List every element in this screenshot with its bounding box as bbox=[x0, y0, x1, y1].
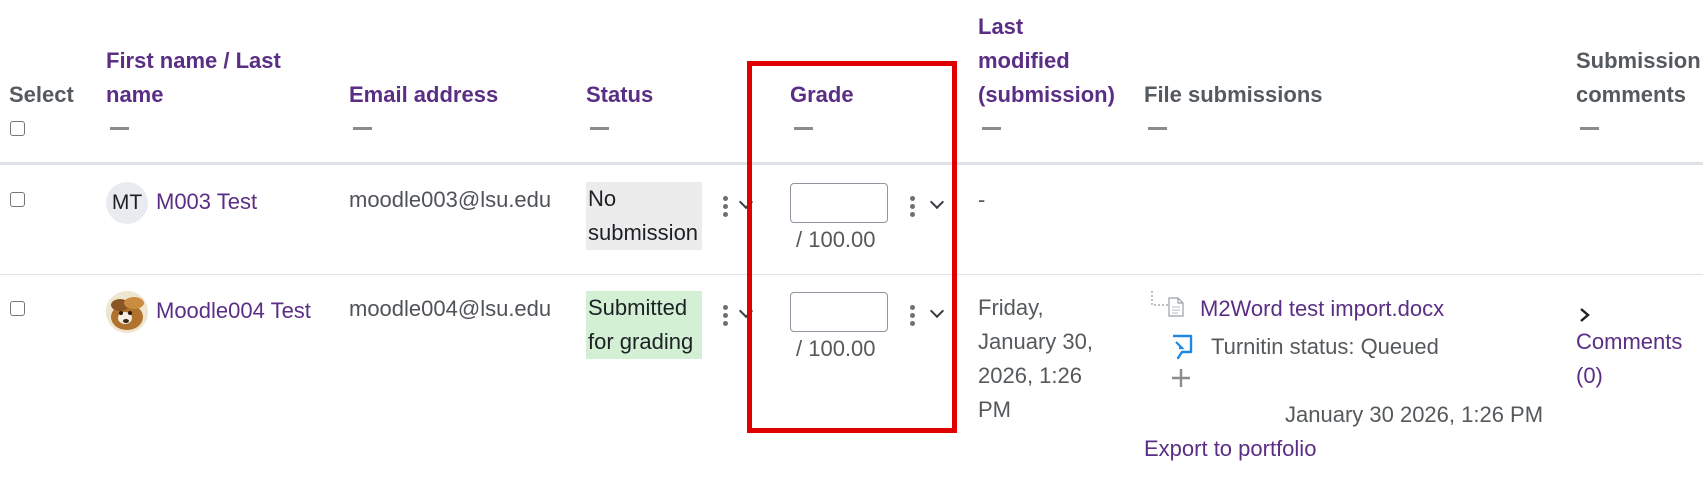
file-icon bbox=[1168, 297, 1184, 317]
hide-column-file-submissions-icon[interactable] bbox=[1148, 127, 1167, 130]
hide-column-email-icon[interactable] bbox=[353, 127, 372, 130]
grade-column-highlight bbox=[747, 61, 957, 433]
comments-link[interactable]: Comments (0) bbox=[1576, 325, 1682, 393]
last-modified-line2: January 30, bbox=[978, 329, 1093, 354]
row-select-checkbox[interactable] bbox=[10, 301, 25, 316]
user-name-link[interactable]: M003 Test bbox=[156, 189, 257, 215]
export-to-portfolio-link[interactable]: Export to portfolio bbox=[1144, 436, 1316, 462]
avatar-photo-icon bbox=[106, 291, 148, 333]
hide-column-submission-comments-icon[interactable] bbox=[1580, 127, 1599, 130]
hide-column-status-icon[interactable] bbox=[590, 127, 609, 130]
select-all-checkbox[interactable] bbox=[10, 121, 25, 136]
status-label-line1: No bbox=[588, 186, 617, 211]
last-modified-line4: PM bbox=[978, 397, 1011, 422]
status-label-line2: submission bbox=[588, 220, 699, 245]
header-last-modified-sort[interactable]: Last modified (submission) bbox=[978, 10, 1115, 112]
header-submission-comments: Submission comments bbox=[1576, 44, 1701, 112]
header-submission-comments-line1: Submission bbox=[1576, 48, 1701, 73]
hide-column-last-modified-icon[interactable] bbox=[982, 127, 1001, 130]
user-name-link[interactable]: Moodle004 Test bbox=[156, 298, 311, 324]
status-label-line2: for grading bbox=[588, 329, 694, 354]
hide-column-name-icon[interactable] bbox=[110, 127, 129, 130]
status-badge: No submission bbox=[586, 182, 702, 250]
header-last-modified-line3: (submission) bbox=[978, 82, 1115, 107]
last-modified-date: Friday, January 30, 2026, 1:26 PM bbox=[978, 291, 1093, 427]
status-badge: Submitted for grading bbox=[586, 291, 702, 359]
plus-icon[interactable] bbox=[1170, 367, 1192, 389]
avatar bbox=[106, 291, 148, 333]
row-select-checkbox[interactable] bbox=[10, 192, 25, 207]
turnitin-icon bbox=[1170, 334, 1194, 360]
status-label-line1: Submitted bbox=[588, 295, 688, 320]
avatar: MT bbox=[106, 182, 148, 224]
header-first-name-last-label: First name / Last bbox=[106, 48, 281, 73]
comments-count: (0) bbox=[1576, 363, 1603, 388]
chevron-right-icon[interactable] bbox=[1578, 303, 1592, 322]
header-submission-comments-line2: comments bbox=[1576, 82, 1687, 107]
header-email-sort[interactable]: Email address bbox=[349, 78, 498, 112]
last-modified-line3: 2026, 1:26 bbox=[978, 363, 1082, 388]
file-download-link[interactable]: M2Word test import.docx bbox=[1200, 296, 1444, 322]
header-file-submissions: File submissions bbox=[1144, 82, 1323, 107]
header-name-label-line2: name bbox=[106, 82, 164, 107]
turnitin-status: Turnitin status: Queued bbox=[1211, 334, 1439, 359]
user-email: moodle003@lsu.edu bbox=[349, 187, 552, 212]
header-status-sort[interactable]: Status bbox=[586, 78, 653, 112]
comments-label-line1: Comments bbox=[1576, 329, 1683, 354]
last-modified-line1: Friday, bbox=[978, 295, 1044, 320]
user-email: moodle004@lsu.edu bbox=[349, 296, 552, 321]
header-last-modified-line1: Last bbox=[978, 14, 1024, 39]
last-modified-date: - bbox=[978, 187, 986, 212]
header-name-sort[interactable]: First name / Last name bbox=[106, 44, 281, 112]
status-actions-kebab-icon[interactable] bbox=[723, 196, 729, 218]
header-select: Select bbox=[9, 82, 74, 107]
status-actions-kebab-icon[interactable] bbox=[723, 305, 729, 327]
header-last-modified-line2: modified bbox=[978, 48, 1070, 73]
file-timestamp: January 30 2026, 1:26 PM bbox=[1285, 402, 1544, 427]
